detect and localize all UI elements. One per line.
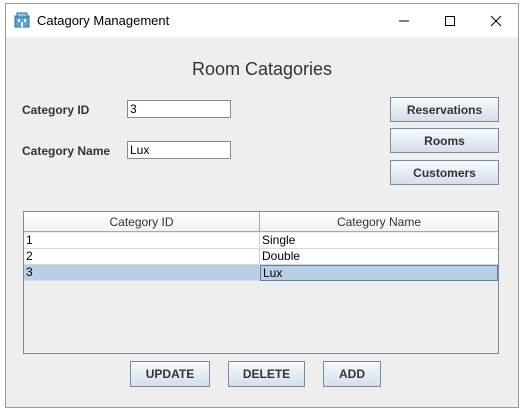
column-header-category-id[interactable]: Category ID (24, 212, 260, 232)
rooms-button[interactable]: Rooms (390, 128, 499, 153)
table-row[interactable]: 1 Single (24, 233, 498, 249)
window: Catagory Management Room Catagories Cate… (5, 3, 519, 408)
maximize-button[interactable] (427, 4, 473, 37)
minimize-icon (399, 20, 409, 21)
app-icon (14, 12, 30, 28)
category-id-label: Category ID (22, 103, 90, 117)
page-title: Room Catagories (191, 59, 333, 79)
cell-category-name[interactable]: Lux (260, 265, 498, 281)
table-header: Category ID Category Name (24, 212, 498, 232)
category-name-field[interactable] (127, 141, 231, 159)
window-title: Catagory Management (37, 13, 170, 28)
cell-category-id[interactable]: 2 (24, 249, 260, 265)
table-row-selected[interactable]: 3 Lux (24, 265, 498, 281)
delete-button[interactable]: DELETE (228, 361, 305, 387)
cell-category-name[interactable]: Double (260, 249, 498, 265)
cell-category-name[interactable]: Single (260, 233, 498, 249)
maximize-icon (445, 15, 455, 26)
category-name-label: Category Name (22, 144, 111, 158)
categories-table[interactable]: Category ID Category Name 1 Single 2 Dou… (23, 211, 499, 354)
add-button[interactable]: ADD (323, 361, 381, 387)
title-bar: Catagory Management (6, 4, 518, 37)
cell-category-id[interactable]: 3 (24, 265, 260, 281)
column-header-category-name[interactable]: Category Name (260, 212, 498, 232)
category-id-field[interactable] (127, 100, 231, 118)
update-button[interactable]: UPDATE (130, 361, 210, 387)
cell-category-id[interactable]: 1 (24, 233, 260, 249)
customers-button[interactable]: Customers (390, 160, 499, 185)
table-row[interactable]: 2 Double (24, 249, 498, 265)
close-icon (490, 15, 502, 26)
close-button[interactable] (473, 4, 519, 37)
minimize-button[interactable] (381, 4, 427, 37)
reservations-button[interactable]: Reservations (390, 97, 499, 122)
